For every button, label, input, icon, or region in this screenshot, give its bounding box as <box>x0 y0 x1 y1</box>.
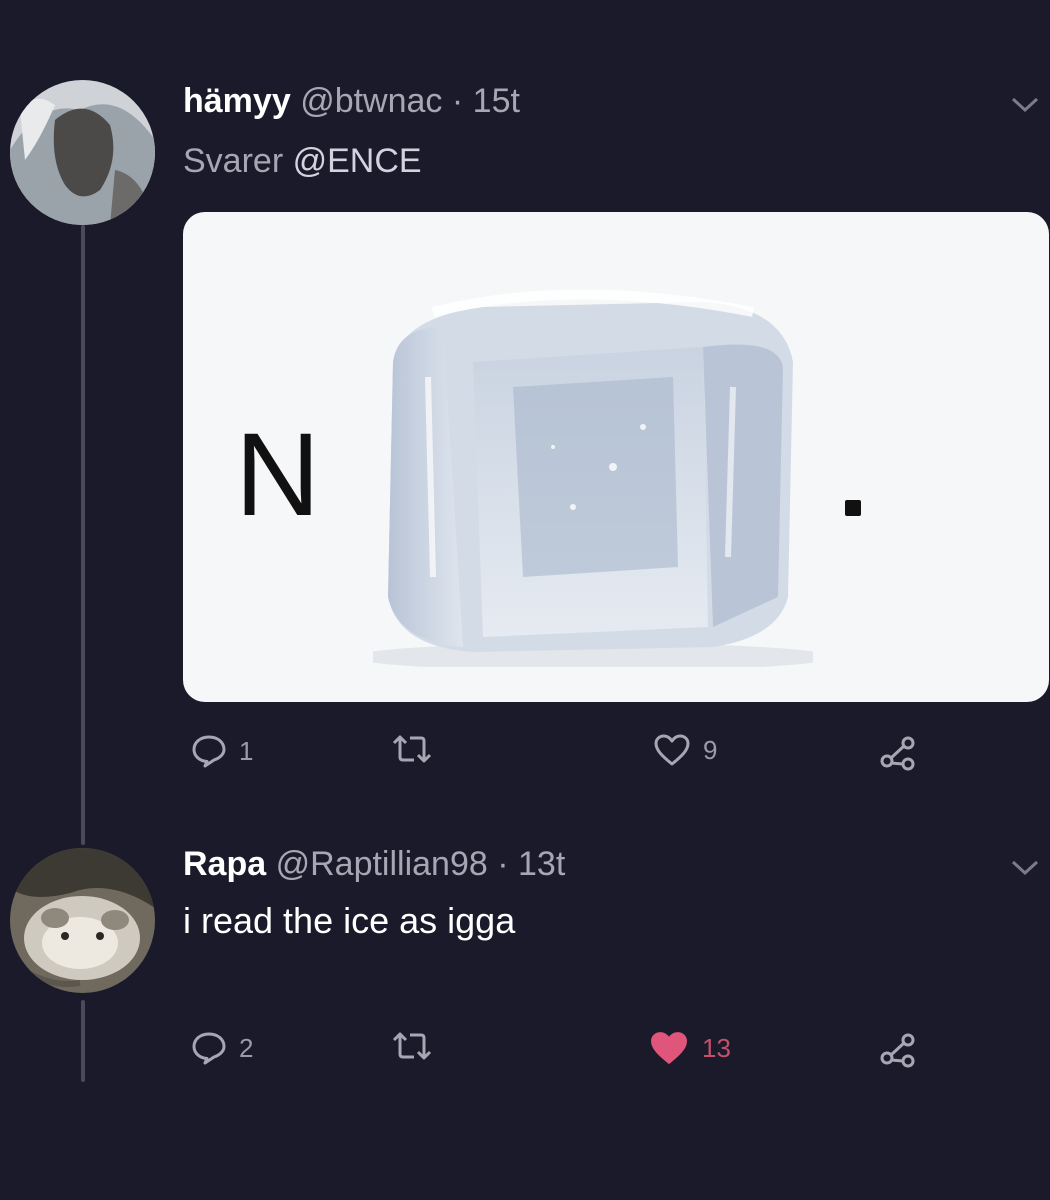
retweet-button[interactable] <box>388 1030 448 1062</box>
thread-line-bottom <box>81 1000 85 1082</box>
reply-count: 2 <box>239 1032 254 1063</box>
image-dot: . <box>845 500 861 516</box>
retweet-icon <box>392 735 432 763</box>
thread-line-top <box>81 225 85 845</box>
reply-context: Svarer @ENCE <box>183 142 422 181</box>
share-icon <box>880 1033 915 1068</box>
tweet-image[interactable]: N <box>183 212 1049 702</box>
chevron-down-icon[interactable] <box>1010 95 1040 115</box>
tweet-actions: 1 9 <box>183 733 1049 783</box>
reply-count: 1 <box>239 735 254 766</box>
tweet-header: hämyy @btwnac · 15t <box>183 82 520 121</box>
display-name[interactable]: Rapa <box>183 845 266 883</box>
reply-button[interactable]: 2 <box>191 1030 253 1066</box>
like-count: 9 <box>703 734 718 765</box>
chevron-down-icon[interactable] <box>1010 858 1040 878</box>
reply-label: Svarer <box>183 142 284 180</box>
reply-mention[interactable]: @ENCE <box>293 142 422 180</box>
like-button[interactable]: 9 <box>653 733 717 767</box>
heart-icon <box>654 734 690 766</box>
ice-cube-icon <box>373 289 813 667</box>
avatar[interactable] <box>10 848 155 993</box>
heart-icon <box>651 1032 687 1064</box>
separator: · <box>451 82 464 120</box>
share-icon <box>880 736 915 771</box>
tweet-actions: 2 13 <box>183 1030 1049 1080</box>
separator: · <box>497 845 509 883</box>
timestamp[interactable]: 13t <box>518 845 565 883</box>
handle[interactable]: @btwnac <box>300 82 442 120</box>
share-button[interactable] <box>878 733 918 773</box>
reply-icon <box>192 1032 226 1065</box>
reply-icon <box>192 735 226 768</box>
like-count: 13 <box>702 1032 731 1063</box>
tweet-header: Rapa @Raptillian98 · 13t <box>183 845 565 884</box>
display-name[interactable]: hämyy <box>183 82 291 120</box>
reply-button[interactable]: 1 <box>191 733 253 769</box>
tweet-text: i read the ice as igga <box>183 900 516 941</box>
timestamp[interactable]: 15t <box>473 82 520 120</box>
handle[interactable]: @Raptillian98 <box>276 845 488 883</box>
like-button[interactable]: 13 <box>648 1030 731 1066</box>
image-letter: N <box>235 409 321 541</box>
share-button[interactable] <box>878 1030 918 1070</box>
avatar[interactable] <box>10 80 155 225</box>
retweet-icon <box>392 1032 432 1060</box>
retweet-button[interactable] <box>388 733 448 765</box>
